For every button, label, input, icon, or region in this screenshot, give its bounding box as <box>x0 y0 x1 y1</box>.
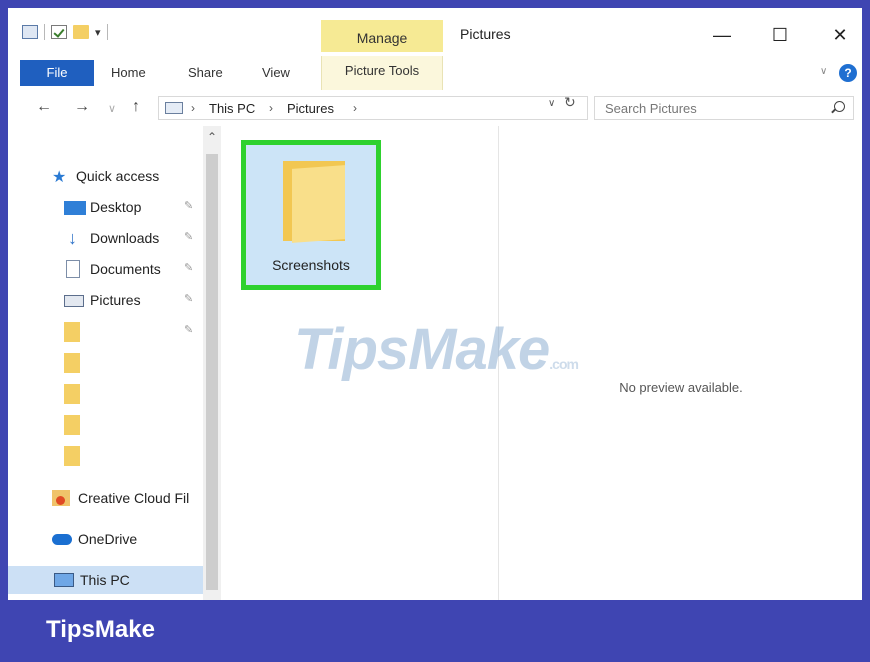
sidebar-item-label: Creative Cloud Fil <box>78 490 190 506</box>
sidebar-item-creative-cloud[interactable]: Creative Cloud Fil <box>8 484 203 512</box>
pin-icon[interactable]: ✎ <box>184 323 193 336</box>
pin-icon[interactable]: ✎ <box>184 292 193 305</box>
folder-icon <box>64 384 80 404</box>
sidebar-item-pictures[interactable]: Pictures ✎ <box>8 286 203 314</box>
download-arrow-icon: ↓ <box>68 228 77 248</box>
desktop-icon <box>64 201 86 215</box>
toolbar-divider <box>44 24 45 40</box>
maximize-button[interactable]: ☐ <box>760 18 800 52</box>
checkbox-icon[interactable] <box>51 25 67 39</box>
folder-label: Screenshots <box>272 257 350 273</box>
sidebar-item-label: Desktop <box>90 199 142 215</box>
navigation-pane: ★ Quick access Desktop ✎ ↓ Downloads ✎ D… <box>8 126 221 600</box>
up-arrow-icon[interactable]: ↑ <box>132 98 140 116</box>
search-icon[interactable] <box>834 101 845 112</box>
toolbar-divider <box>106 24 108 40</box>
pin-icon[interactable]: ✎ <box>184 199 193 212</box>
footer-brand: TipsMake <box>46 616 155 643</box>
sidebar-item-label: This PC <box>80 572 130 588</box>
tab-file[interactable]: File <box>20 60 94 86</box>
sidebar-item-folder[interactable]: ✎ <box>8 317 203 345</box>
customize-toolbar-icon[interactable]: ▾ <box>95 26 101 39</box>
sidebar-item-downloads[interactable]: ↓ Downloads ✎ <box>8 224 203 252</box>
quick-access-toolbar: ▾ <box>22 24 108 40</box>
folder-tile-screenshots[interactable]: Screenshots <box>241 140 381 290</box>
ribbon-tabs: File Home Share View Picture Tools ∨ ? <box>8 56 862 91</box>
pictures-location-icon <box>165 102 183 114</box>
search-placeholder: Search Pictures <box>605 101 697 116</box>
sidebar-item-label: Quick access <box>76 168 160 184</box>
minimize-button[interactable]: — <box>702 18 742 52</box>
sidebar-item-label: OneDrive <box>78 531 138 547</box>
folder-icon <box>64 353 80 373</box>
sidebar-item-folder[interactable] <box>8 410 203 438</box>
refresh-icon[interactable]: ↻ <box>564 94 576 111</box>
title-bar: ▾ Manage Pictures — ☐ ✕ <box>8 8 862 56</box>
watermark-logo: TipsMake.com <box>294 316 579 383</box>
cloud-icon <box>52 534 72 545</box>
forward-arrow-icon[interactable]: → <box>74 98 90 116</box>
breadcrumb-pictures[interactable]: Pictures <box>287 101 334 116</box>
sidebar-item-onedrive[interactable]: OneDrive <box>8 525 203 553</box>
sidebar-item-folder[interactable] <box>8 379 203 407</box>
window-title: Pictures <box>460 26 511 42</box>
breadcrumb-separator: › <box>191 101 195 115</box>
file-explorer-window: ▾ Manage Pictures — ☐ ✕ File Home Share … <box>8 8 862 600</box>
search-input[interactable]: Search Pictures <box>594 96 854 120</box>
sidebar-item-desktop[interactable]: Desktop ✎ <box>8 193 203 221</box>
creative-cloud-icon <box>52 490 70 506</box>
document-icon <box>66 260 80 278</box>
watermark-suffix: .com <box>549 356 579 372</box>
tab-view[interactable]: View <box>262 60 290 86</box>
folder-icon <box>64 446 80 466</box>
help-icon[interactable]: ? <box>839 64 857 82</box>
address-dropdown-icon[interactable]: ∨ <box>548 98 555 109</box>
scrollbar-thumb[interactable] <box>206 154 218 590</box>
breadcrumb-this-pc[interactable]: This PC <box>209 101 255 116</box>
close-button[interactable]: ✕ <box>820 18 860 52</box>
address-bar-row: ← → ∨ ↑ › This PC › Pictures › ∨ ↻ Searc… <box>8 90 862 126</box>
back-arrow-icon[interactable]: ← <box>36 98 52 116</box>
star-icon: ★ <box>52 169 67 186</box>
manage-tab[interactable]: Manage <box>321 20 443 52</box>
folder-icon <box>64 322 80 342</box>
sidebar-item-documents[interactable]: Documents ✎ <box>8 255 203 283</box>
breadcrumb-separator: › <box>269 101 273 115</box>
watermark-text: TipsMake <box>294 317 550 382</box>
tab-picture-tools[interactable]: Picture Tools <box>321 56 443 90</box>
pin-icon[interactable]: ✎ <box>184 261 193 274</box>
navigation-scrollbar[interactable]: ⌃ <box>203 126 221 600</box>
folder-icon <box>64 415 80 435</box>
sidebar-item-label: Pictures <box>90 292 141 308</box>
sidebar-item-folder[interactable] <box>8 348 203 376</box>
new-folder-icon[interactable] <box>73 25 89 39</box>
sidebar-item-this-pc[interactable]: This PC <box>8 566 203 594</box>
pictures-icon <box>64 295 84 307</box>
sidebar-item-label: Downloads <box>90 230 160 246</box>
tab-share[interactable]: Share <box>188 60 223 86</box>
pin-icon[interactable]: ✎ <box>184 230 193 243</box>
sidebar-item-label: Documents <box>90 261 161 277</box>
tab-home[interactable]: Home <box>111 60 146 86</box>
sidebar-item-folder[interactable] <box>8 441 203 469</box>
properties-icon[interactable] <box>22 25 38 39</box>
expand-ribbon-icon[interactable]: ∨ <box>820 66 827 77</box>
recent-locations-icon[interactable]: ∨ <box>108 102 116 115</box>
sidebar-item-quick-access[interactable]: ★ Quick access <box>8 162 203 190</box>
computer-icon <box>54 573 74 587</box>
folder-front-icon <box>292 165 345 243</box>
scroll-up-icon[interactable]: ⌃ <box>203 130 221 144</box>
breadcrumb-separator: › <box>353 101 357 115</box>
address-bar[interactable]: › This PC › Pictures › <box>158 96 588 120</box>
